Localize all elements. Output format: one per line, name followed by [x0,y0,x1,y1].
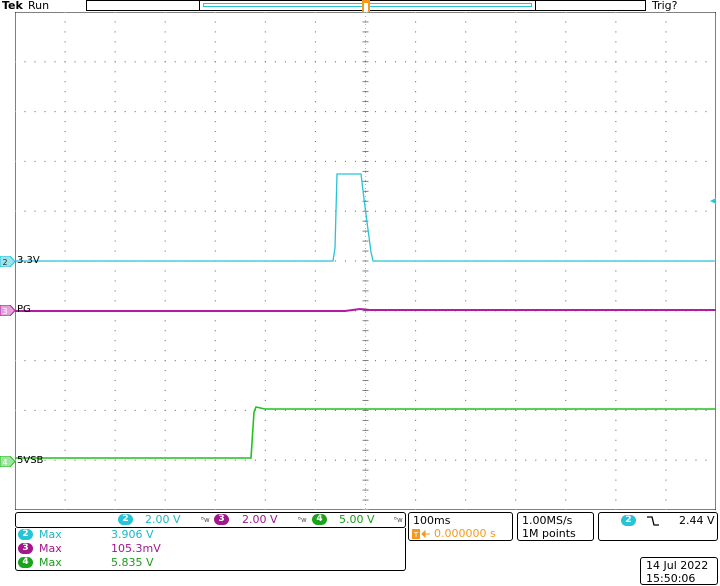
trigger-level: 2.44 V [679,514,715,527]
waveform-display[interactable] [15,12,716,510]
acquisition-panel[interactable]: 1.00MS/s 1M points [517,512,594,541]
channel-4-chip[interactable]: 4 [312,514,327,525]
falling-edge-icon [647,516,659,526]
date: 14 Jul 2022 [646,559,709,572]
channel-3-scale[interactable]: 2.00 V [242,513,278,526]
svg-text:2: 2 [2,258,7,267]
trigger-position-icon: T [412,529,430,539]
measurement-channel-chip: 3 [18,543,33,554]
measurement-name: Max [39,528,62,541]
channel-3-chip[interactable]: 3 [214,514,229,525]
time: 15:50:06 [646,572,696,585]
bandwidth-limit-icon: ᴮw [201,516,210,524]
channel-4-label: 5VSB [17,455,44,466]
channel-3-ground-marker[interactable]: 3 [0,305,15,316]
measurement-name: Max [39,542,62,555]
trigger-state: Trig? [652,0,678,12]
vertical-scale-bar[interactable]: 2 2.00 V ᴮw 3 2.00 V ᴮw 4 5.00 V ᴮw [15,512,406,528]
measurement-row[interactable]: 2 Max 3.906 V [16,528,405,542]
svg-text:T: T [413,531,419,539]
trigger-source-chip: 2 [621,515,636,526]
measurement-name: Max [39,556,62,569]
svg-text:4: 4 [2,458,7,467]
channel-2-chip[interactable]: 2 [118,514,133,525]
bandwidth-limit-icon: ᴮw [394,516,403,524]
channel-2-label: 3.3V [17,255,40,266]
trigger-panel[interactable]: 2 2.44 V [598,512,718,541]
datetime-panel: 14 Jul 2022 15:50:06 [640,557,718,585]
measurement-value: 5.835 V [111,556,154,569]
record-length: 1M points [522,527,576,540]
measurement-row[interactable]: 3 Max 105.3mV [16,542,405,556]
channel-2-scale[interactable]: 2.00 V [145,513,181,526]
trigger-position-value: 0.000000 s [434,527,496,540]
run-state: Run [28,0,50,12]
timebase-panel[interactable]: 100ms T 0.000000 s [408,512,513,541]
bandwidth-limit-icon: ᴮw [298,516,307,524]
channel-4-ground-marker[interactable]: 4 [0,456,15,467]
horizontal-scale: 100ms [413,514,451,527]
measurement-channel-chip: 4 [18,557,33,568]
measurement-panel[interactable]: 2 Max 3.906 V 3 Max 105.3mV 4 Max 5.835 … [15,528,406,571]
brand-logo: Tek [2,0,23,12]
sample-rate: 1.00MS/s [522,514,573,527]
measurement-channel-chip: 2 [18,529,33,540]
channel-3-label: PG [17,304,31,315]
measurement-value: 105.3mV [111,542,161,555]
svg-text:3: 3 [2,307,7,316]
measurement-row[interactable]: 4 Max 5.835 V [16,556,405,570]
measurement-value: 3.906 V [111,528,154,541]
channel-2-ground-marker[interactable]: 2 [0,256,15,267]
channel-4-scale[interactable]: 5.00 V [339,513,375,526]
